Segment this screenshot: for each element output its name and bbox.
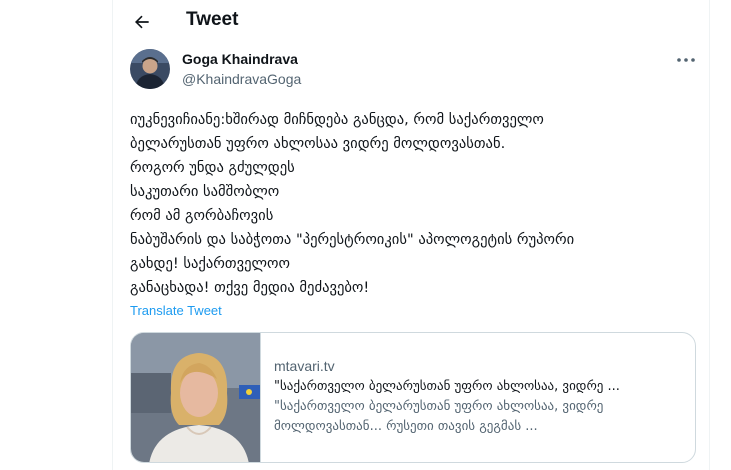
- tweet-text-line: განაცხადა! თქვე მედია მეძავებო!: [130, 279, 370, 296]
- page-title: Tweet: [186, 9, 239, 30]
- card-description-line: "საქართველო ბელარუსთან უფრო ახლოსაა, ვიდ…: [274, 399, 604, 414]
- author-name[interactable]: Goga Khaindrava: [182, 51, 298, 67]
- card-thumbnail: [131, 333, 261, 462]
- tweet-column: Tweet Goga Khaindrava @KhaindravaGoga იუ…: [112, 0, 710, 470]
- card-title: "საქართველო ბელარუსთან უფრო ახლოსაა, ვიდ…: [274, 379, 620, 394]
- card-text: mtavari.tv "საქართველო ბელარუსთან უფრო ა…: [274, 357, 684, 437]
- author-handle[interactable]: @KhaindravaGoga: [182, 71, 301, 87]
- tweet-text-line: გახდე! საქართველოო: [130, 255, 290, 272]
- tweet-text-line: იუკნევიჩიანე:ხშირად მიჩნდება განცდა, რომ…: [130, 111, 544, 128]
- tweet-text-line: საკუთარი სამშობლო: [130, 183, 280, 200]
- more-options-button[interactable]: [673, 52, 699, 68]
- more-dots-icon: [677, 58, 695, 62]
- tweet-text-line: ბელარუსთან უფრო ახლოსაა ვიდრე მოლდოვასთა…: [130, 135, 506, 152]
- tweet-header: Tweet: [113, 0, 709, 44]
- tweet-text: იუკნევიჩიანე:ხშირად მიჩნდება განცდა, რომ…: [130, 108, 700, 300]
- arrow-left-icon: [135, 15, 149, 29]
- card-domain: mtavari.tv: [274, 358, 335, 374]
- tweet-text-line: რომ ამ გორბაჩოვის: [130, 207, 274, 224]
- avatar[interactable]: [130, 49, 170, 89]
- link-preview-card[interactable]: mtavari.tv "საქართველო ბელარუსთან უფრო ა…: [130, 332, 696, 463]
- avatar-image: [130, 49, 170, 89]
- tweet-text-line: ნაბუშარის და საბჭოთა "პერესტროიკის" აპოლ…: [130, 231, 575, 248]
- back-button[interactable]: [127, 7, 157, 37]
- card-description-line: მოლდოვასთან... რუსეთი თავის გეგმას ...: [274, 419, 538, 434]
- tweet-text-line: როგორ უნდა გძულდეს: [130, 159, 295, 176]
- translate-tweet-link[interactable]: Translate Tweet: [130, 303, 222, 318]
